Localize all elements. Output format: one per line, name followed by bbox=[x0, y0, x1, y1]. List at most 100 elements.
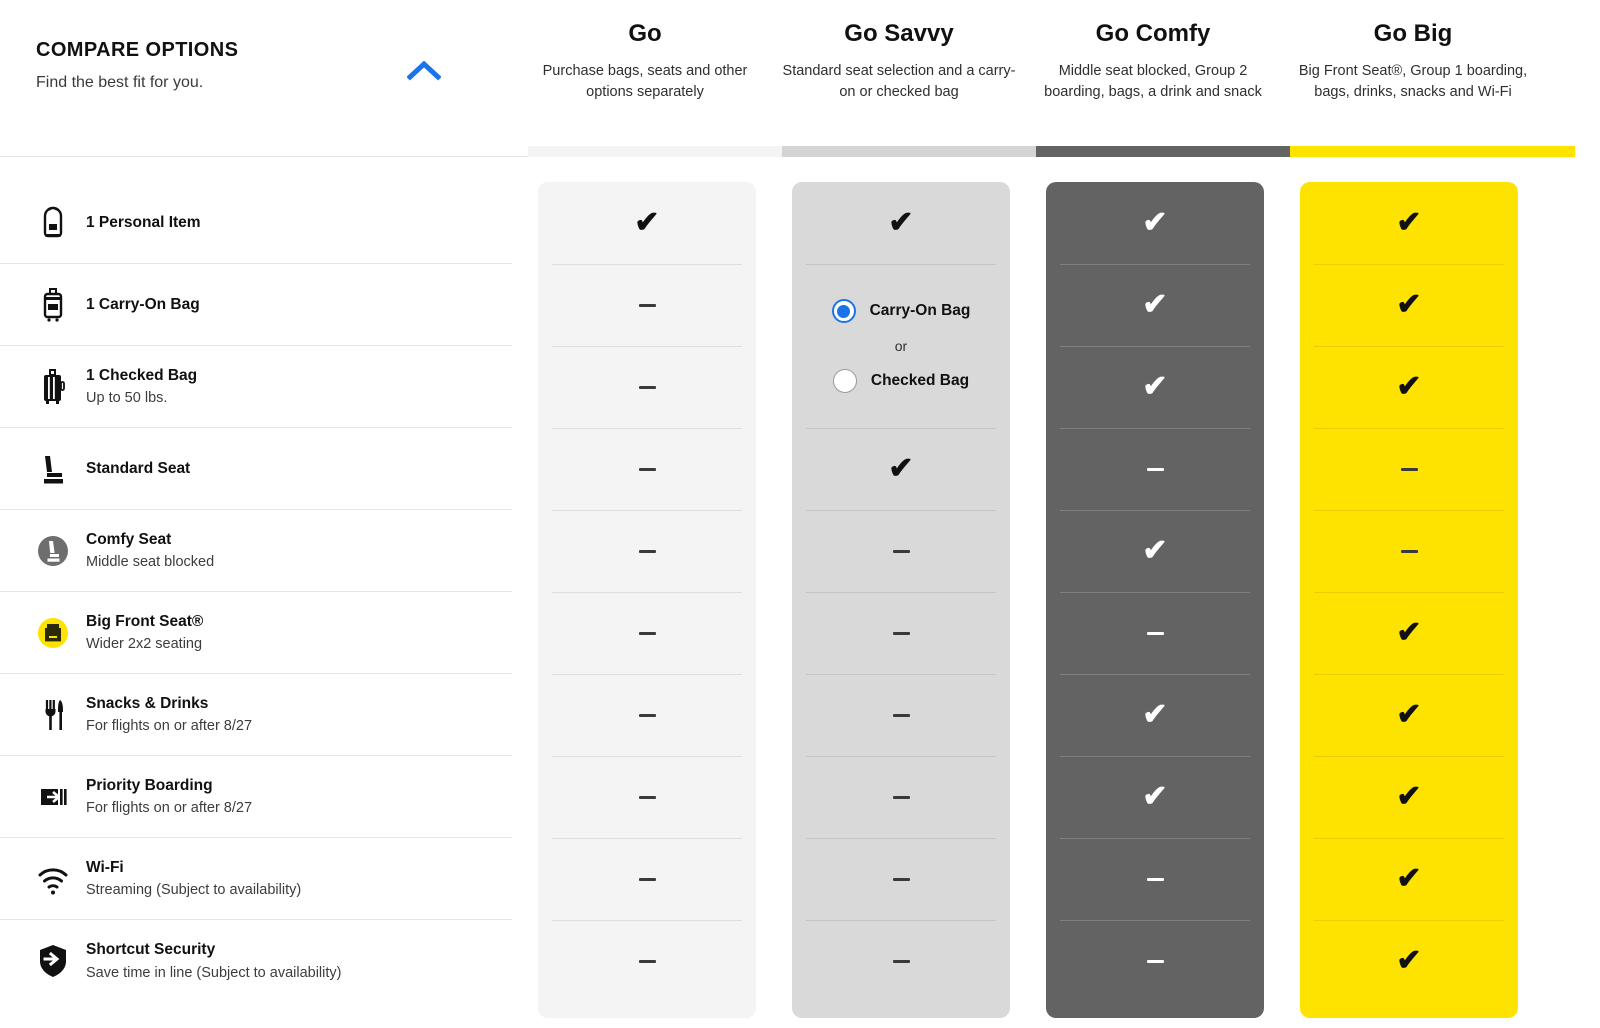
feature-subtitle: Streaming (Subject to availability) bbox=[86, 882, 302, 899]
included-check-icon: ✔ bbox=[1300, 346, 1518, 428]
check-icon: ✔ bbox=[1142, 288, 1168, 321]
plan-name: Go Savvy bbox=[844, 20, 954, 47]
feature-title: Wi-Fi bbox=[86, 858, 124, 876]
radio-button-carry-on[interactable] bbox=[831, 299, 856, 323]
dash-icon bbox=[892, 713, 910, 717]
plan-accent-bar-go bbox=[528, 146, 782, 157]
check-icon: ✔ bbox=[1396, 206, 1422, 239]
check-icon: ✔ bbox=[1142, 698, 1168, 731]
feature-row: 1 Personal Item bbox=[0, 182, 512, 264]
dash-icon bbox=[1146, 877, 1164, 881]
plan-header-go: Go Purchase bags, seats and other options… bbox=[517, 20, 773, 102]
radio-button-checked[interactable] bbox=[832, 369, 857, 393]
not-included-dash-icon bbox=[538, 346, 756, 428]
not-included-dash-icon bbox=[1046, 428, 1264, 510]
included-check-icon: ✔ bbox=[1300, 592, 1518, 674]
not-included-dash-icon bbox=[538, 592, 756, 674]
included-check-icon: ✔ bbox=[1300, 264, 1518, 346]
feature-title: Shortcut Security bbox=[86, 941, 216, 959]
bag-option-label: Carry-On Bag bbox=[869, 302, 971, 319]
check-icon: ✔ bbox=[1142, 780, 1168, 813]
plan-description: Standard seat selection and a carry-on o… bbox=[782, 62, 1016, 100]
feature-row: 1 Checked Bag Up to 50 lbs. bbox=[0, 346, 512, 428]
included-check-icon: ✔ bbox=[1046, 674, 1264, 756]
feature-row: Wi-Fi Streaming (Subject to availability) bbox=[0, 838, 512, 920]
bag-option-checked[interactable]: Checked Bag bbox=[832, 358, 970, 404]
plan-name: Go Big bbox=[1373, 20, 1453, 47]
chevron-up-icon bbox=[407, 59, 441, 81]
check-icon: ✔ bbox=[1142, 206, 1168, 239]
included-check-icon: ✔ bbox=[1300, 838, 1518, 920]
big-front-seat-icon bbox=[36, 612, 76, 654]
check-icon: ✔ bbox=[1396, 944, 1422, 977]
check-icon: ✔ bbox=[1142, 534, 1168, 567]
included-check-icon: ✔ bbox=[1046, 756, 1264, 838]
standard-seat-icon bbox=[36, 448, 76, 490]
check-icon: ✔ bbox=[1396, 288, 1422, 321]
check-icon: ✔ bbox=[634, 206, 660, 239]
dash-icon bbox=[892, 795, 910, 799]
plan-card-go-savvy: ✔ Carry-On Bag or Checked Bag ✔ bbox=[792, 182, 1010, 1018]
bag-choice-group: Carry-On Bag or Checked Bag bbox=[792, 264, 1010, 428]
included-check-icon: ✔ bbox=[792, 182, 1010, 264]
plan-header-go-comfy: Go Comfy Middle seat blocked, Group 2 boa… bbox=[1025, 20, 1281, 102]
dash-icon bbox=[1146, 959, 1164, 963]
not-included-dash-icon bbox=[538, 838, 756, 920]
included-check-icon: ✔ bbox=[1046, 182, 1264, 264]
plan-accent-bar-go-savvy bbox=[782, 146, 1036, 157]
not-included-dash-icon bbox=[792, 838, 1010, 920]
not-included-dash-icon bbox=[538, 264, 756, 346]
dash-icon bbox=[638, 467, 656, 471]
feature-title: Snacks & Drinks bbox=[86, 694, 209, 712]
not-included-dash-icon bbox=[792, 756, 1010, 838]
not-included-dash-icon bbox=[1300, 510, 1518, 592]
check-icon: ✔ bbox=[1396, 780, 1422, 813]
plan-description: Big Front Seat®, Group 1 boarding, bags,… bbox=[1298, 62, 1528, 100]
plan-name: Go Comfy bbox=[1095, 20, 1211, 47]
plan-description: Purchase bags, seats and other options s… bbox=[542, 62, 748, 100]
shortcut-security-icon bbox=[36, 940, 76, 982]
not-included-dash-icon bbox=[1300, 428, 1518, 510]
not-included-dash-icon bbox=[792, 920, 1010, 1002]
collapse-section-button[interactable] bbox=[400, 50, 448, 90]
feature-title: Big Front Seat® bbox=[86, 612, 204, 630]
dash-icon bbox=[638, 713, 656, 717]
header-divider bbox=[0, 156, 528, 157]
dash-icon bbox=[638, 877, 656, 881]
not-included-dash-icon bbox=[538, 510, 756, 592]
bag-option-label: Checked Bag bbox=[870, 372, 970, 389]
plan-description: Middle seat blocked, Group 2 boarding, b… bbox=[1044, 62, 1262, 100]
included-check-icon: ✔ bbox=[1300, 920, 1518, 1002]
check-icon: ✔ bbox=[1396, 698, 1422, 731]
included-check-icon: ✔ bbox=[1046, 264, 1264, 346]
feature-row: Big Front Seat® Wider 2x2 seating bbox=[0, 592, 512, 674]
check-icon: ✔ bbox=[888, 452, 914, 485]
comfy-seat-icon bbox=[36, 530, 76, 572]
included-check-icon: ✔ bbox=[792, 428, 1010, 510]
dash-icon bbox=[638, 959, 656, 963]
backpack-icon bbox=[36, 202, 76, 244]
page-title: COMPARE OPTIONS bbox=[36, 39, 239, 61]
dash-icon bbox=[638, 795, 656, 799]
feature-row: 1 Carry-On Bag bbox=[0, 264, 512, 346]
dash-icon bbox=[638, 385, 656, 389]
included-check-icon: ✔ bbox=[1046, 510, 1264, 592]
feature-title: 1 Carry-On Bag bbox=[86, 295, 200, 313]
feature-subtitle: Save time in line (Subject to availabili… bbox=[86, 964, 342, 981]
bag-option-carry-on[interactable]: Carry-On Bag bbox=[831, 288, 971, 334]
plan-header-go-big: Go Big Big Front Seat®, Group 1 boarding,… bbox=[1285, 20, 1541, 102]
not-included-dash-icon bbox=[792, 510, 1010, 592]
not-included-dash-icon bbox=[1046, 592, 1264, 674]
feature-row: Priority Boarding For flights on or after… bbox=[0, 756, 512, 838]
check-icon: ✔ bbox=[1396, 862, 1422, 895]
compare-options-page: COMPARE OPTIONS Find the best fit for yo… bbox=[0, 0, 1600, 1028]
included-check-icon: ✔ bbox=[1300, 674, 1518, 756]
snacks-drinks-icon bbox=[36, 694, 76, 736]
not-included-dash-icon bbox=[1046, 920, 1264, 1002]
dash-icon bbox=[1146, 467, 1164, 471]
plan-accent-bar-go-comfy bbox=[1036, 146, 1290, 157]
compare-header-text: COMPARE OPTIONS Find the best fit for yo… bbox=[36, 38, 456, 94]
dash-icon bbox=[892, 959, 910, 963]
plan-accent-bar-go-big bbox=[1290, 146, 1575, 157]
dash-icon bbox=[892, 877, 910, 881]
